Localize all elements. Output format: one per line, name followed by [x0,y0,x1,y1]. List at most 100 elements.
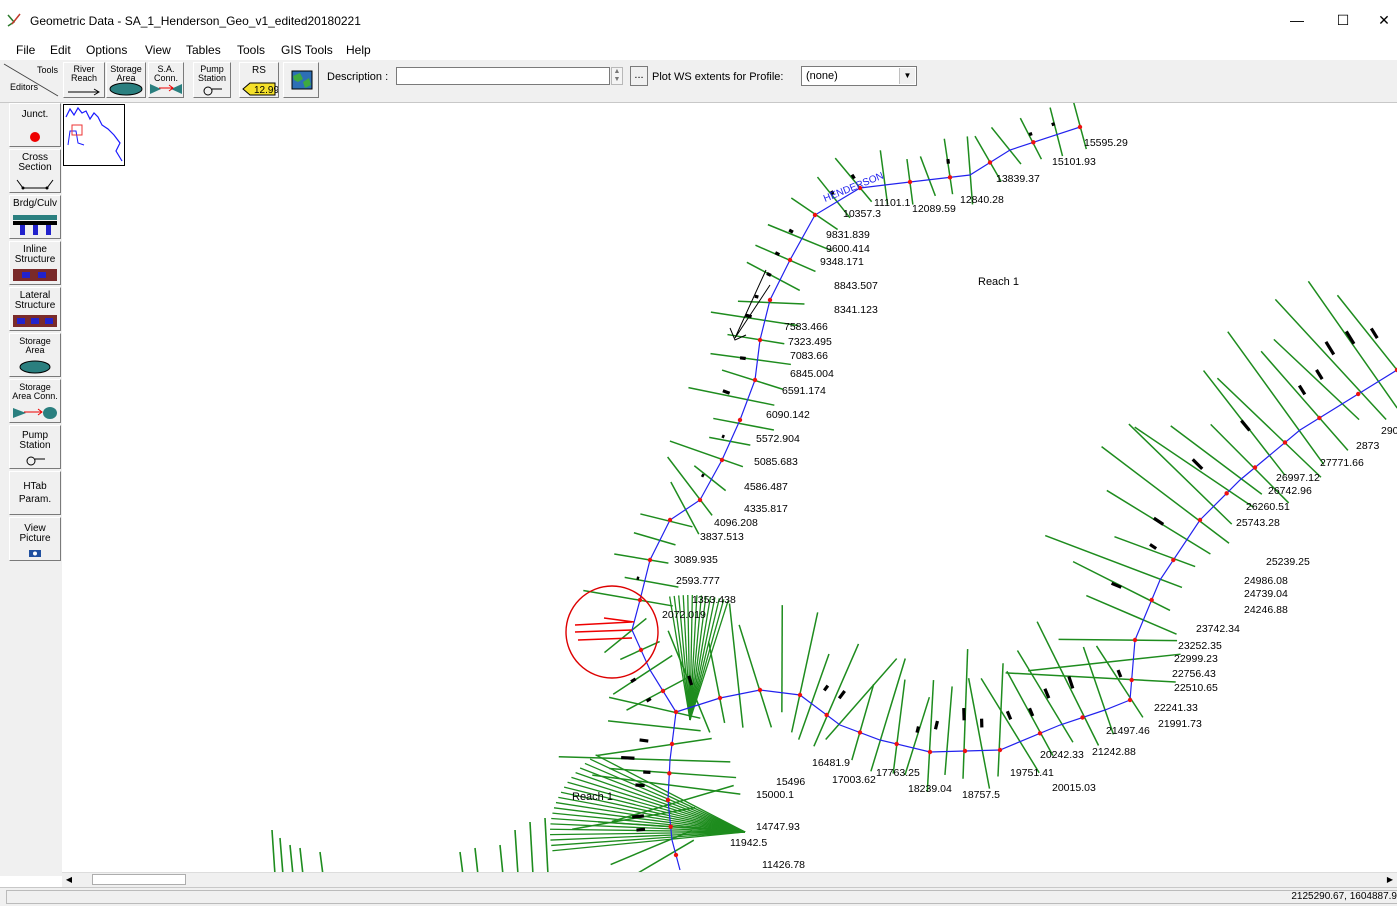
station-label: 20015.03 [1052,782,1096,794]
menu-tools[interactable]: Tools [237,43,265,57]
inline-structure-icon [12,268,58,282]
highlighted-cross-section [604,618,634,622]
app-icon [6,12,22,28]
description-spinner[interactable]: ▲▼ [611,67,623,85]
cross-section-line [927,680,933,792]
station-label: 9600.414 [826,243,870,255]
station-label: 9831.839 [826,229,870,241]
reach-node [1133,638,1137,642]
station-label: 17763.25 [876,767,920,779]
cross-section-line [609,769,736,778]
tools-editors-toggle[interactable]: Tools Editors [2,62,60,98]
station-label: 4096.208 [714,517,758,529]
reach-node [670,742,674,746]
storage-area-button[interactable]: Storage Area [106,62,146,98]
bank-station-mark [935,721,937,729]
junction-button[interactable]: Junct. [9,103,61,147]
cross-section-line [272,830,275,875]
cross-section-line [290,845,293,875]
station-label: 26997.12 [1276,472,1320,484]
bank-station-mark [637,578,639,579]
bank-station-mark [722,436,724,437]
sa-conn-button[interactable]: S.A. Conn. [148,62,184,98]
menu-gis-tools[interactable]: GIS Tools [281,43,333,57]
lateral-structure-icon [12,314,58,328]
station-label: 27771.66 [1320,457,1364,469]
station-label: 10357.3 [843,208,881,220]
storage-area-editor-button[interactable]: Storage Area [9,333,61,377]
station-label: 290 [1381,425,1397,437]
inline-structure-label: Inline Structure [10,245,60,265]
lateral-structure-button[interactable]: Lateral Structure [9,287,61,331]
river-network-map[interactable]: 15595.2915101.9313839.3712840.2812089.59… [62,103,1397,876]
menu-bar: File Edit Options View Tables Tools GIS … [0,40,1397,60]
description-input[interactable] [396,67,610,85]
minimize-button[interactable]: — [1279,8,1315,32]
cross-section-line [945,686,952,774]
bank-station-mark [702,475,704,476]
cross-section-line [1086,596,1176,635]
cross-section-line [998,663,1003,776]
scroll-left-icon[interactable]: ◀ [62,874,76,886]
close-button[interactable]: ✕ [1371,8,1397,32]
station-label: 18239.04 [908,783,952,795]
menu-view[interactable]: View [145,43,171,57]
station-label: 5572.904 [756,433,800,445]
river-reach-button[interactable]: River Reach [63,62,105,98]
station-label: 7323.495 [788,336,832,348]
overview-map[interactable] [63,104,125,166]
inline-structure-button[interactable]: Inline Structure [9,241,61,285]
station-label: 6845.004 [790,368,834,380]
bank-station-mark [745,315,751,317]
profile-select[interactable]: (none) ▼ [801,66,917,86]
menu-file[interactable]: File [16,43,35,57]
menu-edit[interactable]: Edit [50,43,71,57]
reach-node [1129,678,1133,682]
description-ellipsis-button[interactable]: ... [630,66,648,86]
pump-station-editor-button[interactable]: Pump Station [9,425,61,469]
cross-section-button[interactable]: Cross Section [9,149,61,193]
plot-ws-extents-label: Plot WS extents for Profile: [652,71,783,83]
menu-options[interactable]: Options [86,43,127,57]
view-picture-label: View Picture [10,524,60,544]
cross-section-line [969,678,990,788]
cross-section-line [747,262,800,290]
cross-section-line [755,245,815,271]
storage-area-conn-label: Storage Area Conn. [10,383,60,401]
gis-map-button[interactable] [283,62,319,98]
storage-area-conn-button[interactable]: Storage Area Conn. [9,379,61,423]
view-picture-button[interactable]: View Picture [9,517,61,561]
station-label: 3837.513 [700,531,744,543]
pump-station-button[interactable]: Pump Station [193,62,231,98]
maximize-button[interactable]: ☐ [1325,8,1361,32]
bank-station-mark [789,230,793,232]
reach-node [768,298,772,302]
cross-section-line [614,554,668,563]
scroll-thumb[interactable] [92,874,186,885]
reach-node [674,853,678,857]
cross-section-line [608,721,701,731]
bridge-culvert-button[interactable]: Brdg/Culv [9,195,61,239]
bank-station-mark [775,253,779,255]
cross-section-line [530,822,533,875]
map-canvas[interactable]: 15595.2915101.9313839.3712840.2812089.59… [62,103,1397,876]
pump-station-label: Pump Station [197,65,227,83]
cross-section-line [1102,447,1229,544]
horizontal-scrollbar[interactable]: ◀ ▶ [62,872,1397,887]
reach-node [1078,125,1082,129]
reach-node [813,213,817,217]
reach-node [1317,416,1321,420]
menu-tables[interactable]: Tables [186,43,221,57]
rs-button[interactable]: RS 12.99 [239,62,279,98]
reach-node [1253,465,1257,469]
station-label: 8341.123 [834,304,878,316]
station-label: 23742.34 [1196,623,1240,635]
river-centerline-2 [668,712,680,870]
bank-station-mark [1241,421,1249,431]
scroll-right-icon[interactable]: ▶ [1383,874,1397,886]
station-label: 23252.35 [1178,640,1222,652]
menu-help[interactable]: Help [346,43,371,57]
station-label: 21991.73 [1158,718,1202,730]
station-label: 2072.019 [662,609,706,621]
htab-param-button[interactable]: HTab Param. [9,471,61,515]
